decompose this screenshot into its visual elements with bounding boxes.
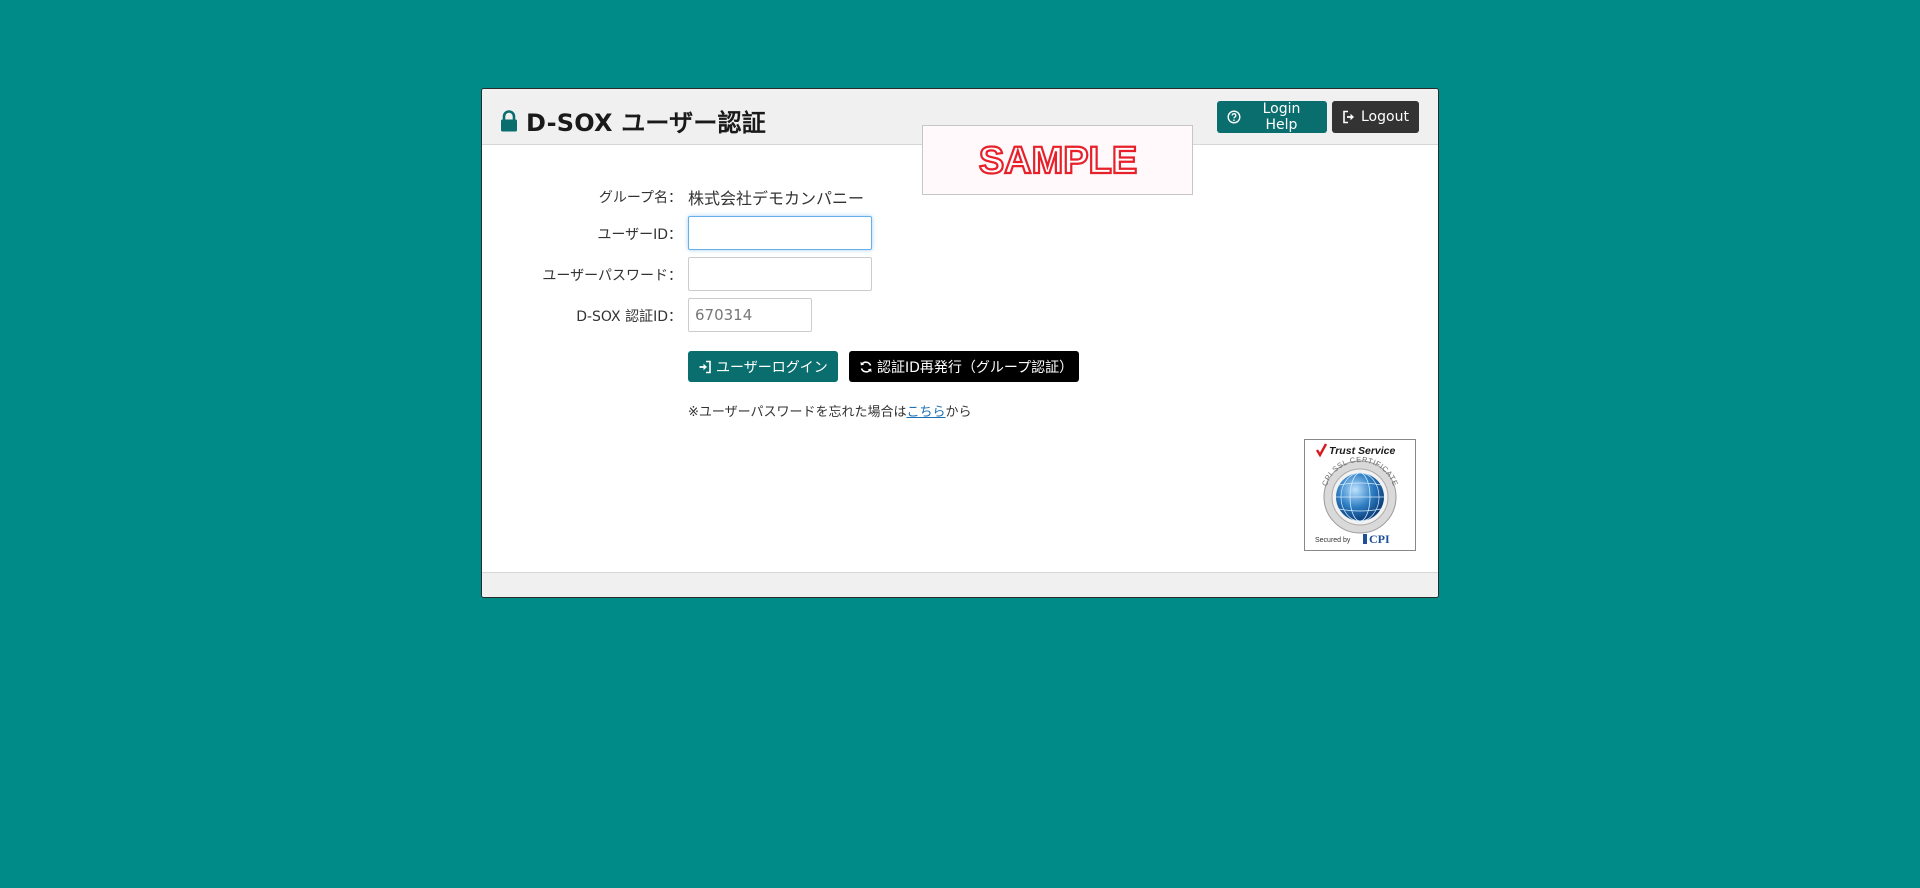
reissue-auth-id-label: 認証ID再発行（グループ認証） <box>877 359 1074 376</box>
forgot-password-suffix: から <box>945 405 972 420</box>
trust-seal-title: Trust Service <box>1329 445 1396 457</box>
logout-label: Logout <box>1361 109 1409 125</box>
sample-watermark: SAMPLE <box>922 125 1193 195</box>
password-label: ユーザーパスワード： <box>542 268 682 284</box>
question-circle-icon <box>1227 110 1241 124</box>
logout-icon <box>1343 110 1354 124</box>
sample-watermark-art: SAMPLE <box>977 139 1138 183</box>
page-title: D-SOX ユーザー認証 <box>500 103 766 138</box>
trust-seal-secured-by: Secured by <box>1315 537 1351 544</box>
trust-seal-brand: CPI <box>1369 532 1390 546</box>
trust-service-seal[interactable]: Trust Service CPI SSL CERTIFICATE Secure… <box>1304 439 1416 551</box>
auth-id-label: D-SOX 認証ID： <box>576 309 682 325</box>
forgot-password-link[interactable]: こちら <box>907 405 946 420</box>
logout-button[interactable]: Logout <box>1332 101 1419 133</box>
lock-icon <box>501 109 517 131</box>
login-panel: D-SOX ユーザー認証 Login Help Logout SAMPLE グル… <box>481 88 1439 598</box>
refresh-icon <box>860 360 872 373</box>
reissue-auth-id-button[interactable]: 認証ID再発行（グループ認証） <box>849 351 1079 382</box>
sample-watermark-text: SAMPLE <box>978 140 1136 182</box>
user-id-input[interactable] <box>688 216 872 250</box>
password-input[interactable] <box>688 257 872 291</box>
login-icon <box>699 360 711 373</box>
forgot-password-prefix: ※ユーザーパスワードを忘れた場合は <box>688 405 907 420</box>
page-title-text: D-SOX ユーザー認証 <box>526 109 766 137</box>
user-login-button[interactable]: ユーザーログイン <box>688 351 838 382</box>
auth-id-input[interactable] <box>688 298 812 332</box>
forgot-password-note: ※ユーザーパスワードを忘れた場合はこちらから <box>688 401 972 420</box>
user-id-label: ユーザーID： <box>597 227 682 243</box>
user-login-label: ユーザーログイン <box>716 359 828 376</box>
group-name-label: グループ名： <box>598 190 682 206</box>
login-help-button[interactable]: Login Help <box>1217 101 1327 133</box>
panel-footer <box>482 572 1438 597</box>
trust-seal-art: Trust Service CPI SSL CERTIFICATE Secure… <box>1315 443 1400 546</box>
group-name-value: 株式会社デモカンパニー <box>688 189 865 208</box>
login-help-label: Login Help <box>1262 101 1301 133</box>
